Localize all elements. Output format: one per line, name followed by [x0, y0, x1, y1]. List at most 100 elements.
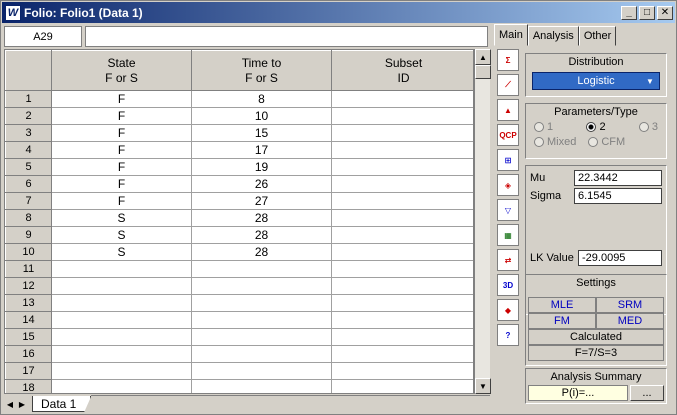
cell-time[interactable]: 8 — [191, 90, 332, 108]
cell-subset[interactable] — [331, 362, 473, 380]
cell-time[interactable] — [191, 328, 332, 346]
cell-state[interactable] — [51, 345, 192, 363]
cell-subset[interactable] — [331, 345, 473, 363]
cell-subset[interactable] — [331, 141, 473, 159]
help-icon[interactable]: ? — [497, 324, 519, 346]
row-number[interactable]: 8 — [5, 209, 52, 227]
column-header-time[interactable]: Time to F or S — [191, 50, 332, 91]
cell-state[interactable] — [51, 362, 192, 380]
cell-state[interactable] — [51, 379, 192, 393]
scroll-down-icon[interactable]: ▼ — [475, 378, 491, 394]
cell-state[interactable] — [51, 294, 192, 312]
row-number[interactable]: 2 — [5, 107, 52, 125]
tab-analysis[interactable]: Analysis — [527, 26, 579, 46]
close-button[interactable]: ✕ — [657, 5, 673, 20]
cell-time[interactable] — [191, 294, 332, 312]
cell-subset[interactable] — [331, 209, 473, 227]
row-number[interactable]: 15 — [5, 328, 52, 346]
row-number[interactable]: 4 — [5, 141, 52, 159]
cell-time[interactable]: 15 — [191, 124, 332, 142]
scroll-thumb[interactable] — [475, 65, 491, 79]
minimize-button[interactable]: _ — [621, 5, 637, 20]
cell-time[interactable]: 28 — [191, 243, 332, 261]
setting-srm[interactable]: SRM — [596, 297, 664, 313]
cell-state[interactable]: F — [51, 107, 192, 125]
row-number[interactable]: 13 — [5, 294, 52, 312]
cell-reference-box[interactable]: A29 — [4, 26, 82, 47]
row-number[interactable]: 5 — [5, 158, 52, 176]
summary-more-button[interactable]: ... — [630, 385, 664, 401]
cell-subset[interactable] — [331, 192, 473, 210]
plot-icon[interactable]: ⟋ — [497, 74, 519, 96]
row-number[interactable]: 14 — [5, 311, 52, 329]
cell-subset[interactable] — [331, 277, 473, 295]
formula-input[interactable] — [85, 26, 488, 47]
cell-subset[interactable] — [331, 226, 473, 244]
setting-med[interactable]: MED — [596, 313, 664, 329]
cell-time[interactable] — [191, 260, 332, 278]
row-number[interactable]: 1 — [5, 90, 52, 108]
cell-time[interactable]: 17 — [191, 141, 332, 159]
sheet-tab-data1[interactable]: Data 1 — [32, 396, 92, 412]
row-number[interactable]: 12 — [5, 277, 52, 295]
row-number[interactable]: 18 — [5, 379, 52, 393]
cell-subset[interactable] — [331, 90, 473, 108]
column-header-subset[interactable]: Subset ID — [331, 50, 473, 91]
setting-mle[interactable]: MLE — [528, 297, 596, 313]
transfer-icon[interactable]: ⇄ — [497, 249, 519, 271]
tag-icon[interactable]: ◆ — [497, 299, 519, 321]
cell-time[interactable]: 28 — [191, 226, 332, 244]
cell-state[interactable]: F — [51, 175, 192, 193]
grid-icon[interactable]: ⊞ — [497, 149, 519, 171]
3d-plot-icon[interactable]: 3D — [497, 274, 519, 296]
corner-cell[interactable] — [5, 50, 52, 91]
cell-state[interactable]: S — [51, 226, 192, 244]
column-header-state[interactable]: State F or S — [51, 50, 192, 91]
cell-state[interactable] — [51, 328, 192, 346]
cell-state[interactable]: F — [51, 124, 192, 142]
distribution-select[interactable]: Logistic ▼ — [532, 72, 660, 90]
tab-next-icon[interactable]: ▶ — [16, 397, 28, 411]
cell-state[interactable]: F — [51, 158, 192, 176]
radio-3p[interactable]: 3 — [638, 121, 658, 133]
cell-state[interactable]: F — [51, 141, 192, 159]
cell-state[interactable]: F — [51, 192, 192, 210]
cell-time[interactable] — [191, 362, 332, 380]
table-icon[interactable]: ▦ — [497, 224, 519, 246]
cell-time[interactable] — [191, 277, 332, 295]
cell-subset[interactable] — [331, 328, 473, 346]
radio-2p[interactable]: 2 — [586, 121, 606, 133]
filter-icon[interactable]: ▽ — [497, 199, 519, 221]
cell-state[interactable] — [51, 277, 192, 295]
radio-mixed[interactable]: Mixed — [534, 136, 576, 148]
cell-time[interactable]: 27 — [191, 192, 332, 210]
cell-subset[interactable] — [331, 107, 473, 125]
maximize-button[interactable]: □ — [639, 5, 655, 20]
cell-subset[interactable] — [331, 124, 473, 142]
cell-time[interactable] — [191, 311, 332, 329]
row-number[interactable]: 11 — [5, 260, 52, 278]
cell-subset[interactable] — [331, 311, 473, 329]
cell-time[interactable]: 10 — [191, 107, 332, 125]
cell-subset[interactable] — [331, 294, 473, 312]
cell-subset[interactable] — [331, 243, 473, 261]
calculate-icon[interactable]: Σ — [497, 49, 519, 71]
row-number[interactable]: 3 — [5, 124, 52, 142]
cell-time[interactable] — [191, 379, 332, 393]
cell-time[interactable]: 26 — [191, 175, 332, 193]
cell-subset[interactable] — [331, 175, 473, 193]
row-number[interactable]: 17 — [5, 362, 52, 380]
row-number[interactable]: 16 — [5, 345, 52, 363]
qcp-icon[interactable]: QCP — [497, 124, 519, 146]
cell-state[interactable] — [51, 260, 192, 278]
cell-time[interactable]: 28 — [191, 209, 332, 227]
cell-state[interactable] — [51, 311, 192, 329]
cell-time[interactable]: 19 — [191, 158, 332, 176]
cell-state[interactable]: S — [51, 243, 192, 261]
row-number[interactable]: 7 — [5, 192, 52, 210]
scroll-up-icon[interactable]: ▲ — [475, 49, 491, 65]
setting-fm[interactable]: FM — [528, 313, 596, 329]
row-number[interactable]: 10 — [5, 243, 52, 261]
diamond-icon[interactable]: ◈ — [497, 174, 519, 196]
cell-state[interactable]: F — [51, 90, 192, 108]
